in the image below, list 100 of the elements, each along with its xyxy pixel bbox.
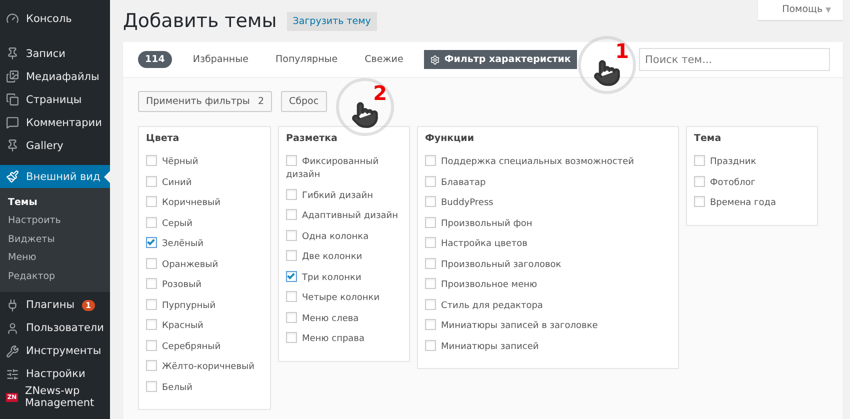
menu-icon xyxy=(6,47,19,60)
filter-option[interactable]: Времена года xyxy=(694,196,810,210)
filter-option[interactable]: Настройка цветов xyxy=(425,237,671,251)
sidebar-item[interactable]: Инструменты xyxy=(0,340,110,362)
checkbox[interactable] xyxy=(425,258,436,268)
checkbox[interactable] xyxy=(425,237,436,248)
checkbox[interactable] xyxy=(425,278,436,289)
filter-option[interactable]: Блаватар xyxy=(425,176,671,190)
filter-option[interactable]: Синий xyxy=(146,176,263,190)
checkbox[interactable] xyxy=(146,258,157,268)
checkbox[interactable] xyxy=(425,298,436,310)
filter-option[interactable]: Одна колонка xyxy=(286,230,402,244)
filter-option[interactable]: Коричневый xyxy=(146,196,263,210)
sidebar-item[interactable]: Внешний вид xyxy=(0,165,110,188)
submenu-item[interactable]: Настроить xyxy=(0,212,110,230)
theme-count-badge: 114 xyxy=(138,51,172,68)
checkbox[interactable] xyxy=(286,270,297,282)
group-title: Разметка xyxy=(286,133,338,144)
checkbox[interactable] xyxy=(146,237,157,248)
checkbox[interactable] xyxy=(146,298,157,310)
checkbox[interactable] xyxy=(286,155,297,166)
filter-option[interactable]: Три колонки xyxy=(286,270,402,284)
filter-option[interactable]: Меню слева xyxy=(286,312,402,326)
apply-filters-button[interactable]: Применить фильтры 2 xyxy=(138,91,272,112)
checkbox[interactable] xyxy=(146,319,157,330)
filter-option[interactable]: Серый xyxy=(146,216,263,230)
checkbox[interactable] xyxy=(286,332,297,343)
filter-option[interactable]: Зелёный xyxy=(146,237,263,251)
submenu-item[interactable]: Темы xyxy=(0,193,110,212)
checkbox[interactable] xyxy=(694,176,705,186)
filter-option[interactable]: Произвольный заголовок xyxy=(425,258,671,272)
filter-option[interactable]: Поддержка специальных возможностей xyxy=(425,155,671,169)
checkbox[interactable] xyxy=(146,216,157,228)
filter-option[interactable]: Розовый xyxy=(146,278,263,292)
filter-option[interactable]: Две колонки xyxy=(286,250,402,264)
filter-option[interactable]: Жёлто-коричневый xyxy=(146,360,263,374)
filter-option[interactable]: Красный xyxy=(146,319,263,333)
submenu-item[interactable]: Редактор xyxy=(0,267,110,286)
filter-option[interactable]: Миниатюры записей xyxy=(425,340,671,354)
filter-option[interactable]: Произвольный фон xyxy=(425,216,671,230)
menu-icon xyxy=(6,170,19,183)
sidebar-item[interactable]: Пользователи xyxy=(0,316,110,340)
checkbox[interactable] xyxy=(146,176,157,186)
checkbox[interactable] xyxy=(694,196,705,207)
checkbox[interactable] xyxy=(146,380,157,392)
menu-icon xyxy=(6,298,19,312)
submenu-item[interactable]: Меню xyxy=(0,248,110,267)
checkbox[interactable] xyxy=(146,155,157,166)
checkbox[interactable] xyxy=(146,340,157,350)
sidebar-item[interactable]: Консоль xyxy=(0,7,110,30)
filter-option[interactable]: Пурпурный xyxy=(146,298,263,312)
checkbox[interactable] xyxy=(286,291,297,302)
filter-tab[interactable]: Избранные xyxy=(186,50,254,69)
checkbox[interactable] xyxy=(146,196,157,207)
checkbox[interactable] xyxy=(286,312,297,322)
filter-option[interactable]: Четыре колонки xyxy=(286,291,402,305)
filter-option[interactable]: Фиксированный дизайн xyxy=(286,155,402,182)
filter-tab[interactable]: Свежие xyxy=(358,50,410,69)
checkbox[interactable] xyxy=(425,319,436,330)
filter-option[interactable]: Фотоблог xyxy=(694,176,810,190)
checkbox[interactable] xyxy=(146,278,157,289)
filter-tab[interactable]: Фильтр характеристик xyxy=(424,50,577,69)
filter-option[interactable]: Стиль для редактора xyxy=(425,298,671,312)
filter-option[interactable]: Миниатюры записей в заголовке xyxy=(425,319,671,333)
checkbox[interactable] xyxy=(286,230,297,240)
checkbox[interactable] xyxy=(286,209,297,220)
filter-option[interactable]: Произвольное меню xyxy=(425,278,671,292)
sidebar-item[interactable]: Плагины 1 xyxy=(0,294,110,316)
checkbox[interactable] xyxy=(286,188,297,200)
filter-option[interactable]: Меню справа xyxy=(286,332,402,346)
checkbox[interactable] xyxy=(146,360,157,371)
sidebar-item[interactable]: Записи xyxy=(0,42,110,65)
menu-icon xyxy=(6,70,19,83)
filter-option[interactable]: Белый xyxy=(146,380,263,394)
sidebar-item[interactable]: Страницы xyxy=(0,88,110,111)
menu-icon xyxy=(6,12,19,25)
checkbox[interactable] xyxy=(694,155,705,166)
filter-option[interactable]: Оранжевый xyxy=(146,258,263,272)
submenu-item[interactable]: Виджеты xyxy=(0,230,110,248)
checkbox[interactable] xyxy=(425,176,436,186)
sidebar-item[interactable]: Настройки xyxy=(0,362,110,386)
filter-tab[interactable]: Популярные xyxy=(269,50,344,69)
sidebar-item[interactable]: Комментарии xyxy=(0,111,110,134)
filter-option[interactable]: Адаптивный дизайн xyxy=(286,209,402,223)
sidebar-item[interactable]: Медиафайлы xyxy=(0,65,110,88)
filter-option[interactable]: BuddyPress xyxy=(425,196,671,210)
page-title: Добавить темы xyxy=(123,10,277,32)
upload-theme-button[interactable]: Загрузить тему xyxy=(286,12,377,30)
filter-option[interactable]: Гибкий дизайн xyxy=(286,188,402,202)
search-field[interactable]: Поиск тем... xyxy=(639,48,830,71)
sidebar-item[interactable]: Gallery xyxy=(0,134,110,157)
checkbox[interactable] xyxy=(425,340,436,350)
checkbox[interactable] xyxy=(425,216,436,228)
filter-option[interactable]: Праздник xyxy=(694,155,810,169)
filter-option[interactable]: Серебряный xyxy=(146,340,263,354)
checkbox[interactable] xyxy=(286,250,297,261)
checkbox[interactable] xyxy=(425,196,436,207)
checkbox[interactable] xyxy=(425,155,436,166)
filter-option[interactable]: Чёрный xyxy=(146,155,263,169)
reset-button[interactable]: Сброс xyxy=(280,91,327,112)
